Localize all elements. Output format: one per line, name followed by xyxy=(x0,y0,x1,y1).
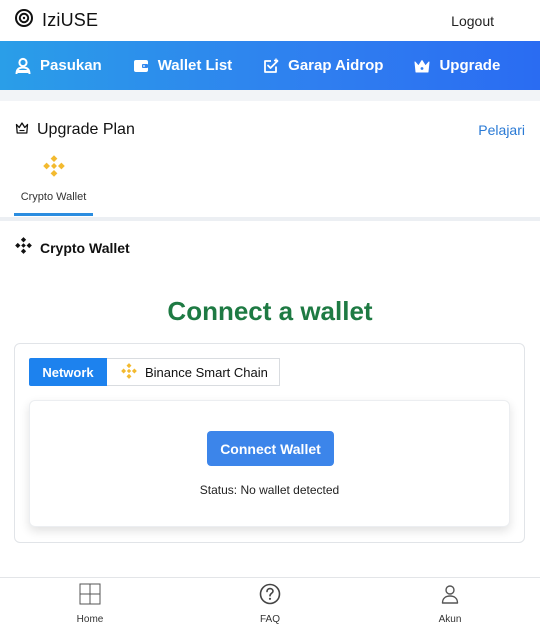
bottom-nav-label: Akun xyxy=(438,614,462,625)
nav-item-pasukan[interactable]: Pasukan xyxy=(14,57,102,75)
bottom-nav: Home FAQ Akun xyxy=(0,577,540,625)
nav-label: Upgrade xyxy=(439,57,501,74)
nav-label: Pasukan xyxy=(40,57,102,74)
network-selector: Network Binance Smart Chain xyxy=(29,358,280,386)
plan-header: Upgrade Plan Pelajari xyxy=(0,111,540,149)
learn-link[interactable]: Pelajari xyxy=(478,122,525,138)
nav-label: Garap Aidrop xyxy=(288,57,384,74)
network-dropdown[interactable]: Binance Smart Chain xyxy=(107,358,280,386)
divider xyxy=(0,90,540,101)
top-header: IziUSE Logout xyxy=(0,0,540,41)
bottom-nav-akun[interactable]: Akun xyxy=(360,578,540,625)
section-header: Crypto Wallet xyxy=(0,235,540,261)
binance-icon xyxy=(42,155,65,182)
crown-icon xyxy=(413,57,431,75)
connect-panel: Connect Wallet Status: No wallet detecte… xyxy=(29,400,510,527)
nav-item-wallet-list[interactable]: Wallet List xyxy=(132,57,232,75)
task-check-icon xyxy=(262,57,280,75)
crown-outline-icon xyxy=(15,121,29,140)
main-nav: Pasukan Wallet List Garap Aidrop Upgrade xyxy=(0,41,540,90)
tab-label: Crypto Wallet xyxy=(20,191,87,203)
connect-wallet-button[interactable]: Connect Wallet xyxy=(207,431,334,466)
binance-black-icon xyxy=(15,237,32,259)
section-title: Crypto Wallet xyxy=(40,240,130,256)
user-group-icon xyxy=(14,57,32,75)
logout-link[interactable]: Logout xyxy=(451,13,494,29)
wallet-card: Network Binance Smart Chain Connect Wall… xyxy=(14,343,525,543)
wallet-icon xyxy=(132,57,150,75)
divider xyxy=(0,217,540,221)
grid-icon xyxy=(79,583,101,610)
bottom-nav-faq[interactable]: FAQ xyxy=(180,578,360,625)
plan-tabs: Crypto Wallet xyxy=(0,149,540,217)
target-logo-icon xyxy=(14,8,34,33)
active-tab-indicator xyxy=(14,213,93,216)
page-title: Upgrade Plan xyxy=(37,121,135,138)
brand[interactable]: IziUSE xyxy=(14,8,98,33)
question-circle-icon xyxy=(259,583,281,610)
wallet-status: Status: No wallet detected xyxy=(199,483,340,497)
network-label: Network xyxy=(29,358,107,386)
user-icon xyxy=(439,583,461,610)
bottom-nav-home[interactable]: Home xyxy=(0,578,180,625)
connect-heading: Connect a wallet xyxy=(167,296,373,326)
bottom-nav-label: FAQ xyxy=(259,614,280,625)
brand-name: IziUSE xyxy=(42,10,99,30)
plan-title-group: Upgrade Plan xyxy=(15,121,135,140)
bottom-nav-label: Home xyxy=(76,614,104,625)
nav-item-upgrade[interactable]: Upgrade xyxy=(413,57,500,75)
binance-icon xyxy=(121,362,137,382)
nav-item-garap-aidrop[interactable]: Garap Aidrop xyxy=(262,57,383,75)
tab-crypto-wallet[interactable]: Crypto Wallet xyxy=(14,149,93,216)
nav-label: Wallet List xyxy=(157,57,233,74)
network-selected: Binance Smart Chain xyxy=(145,364,268,380)
